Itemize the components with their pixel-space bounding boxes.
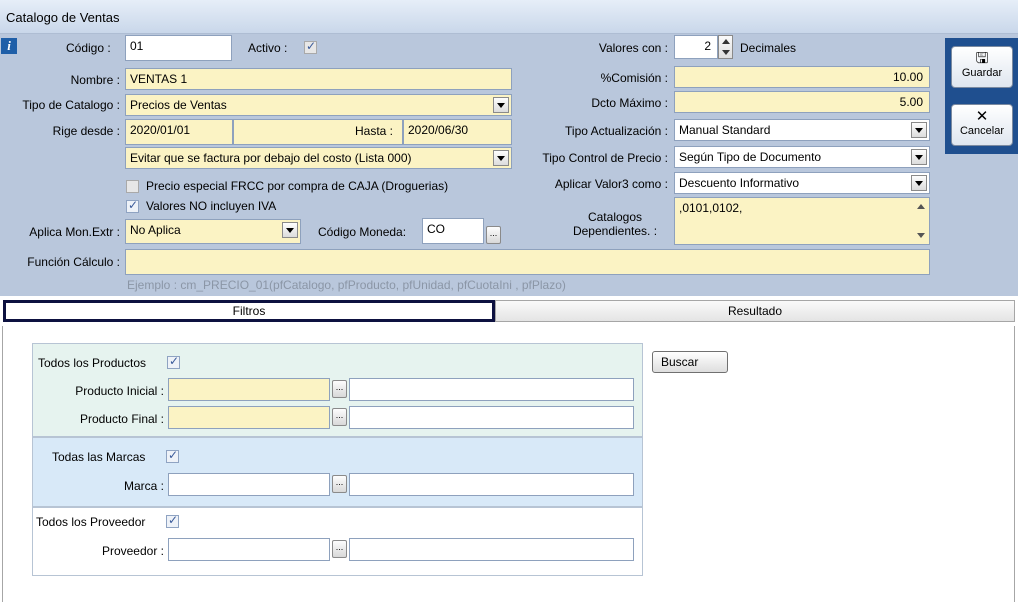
funcion-calculo-input[interactable] (125, 249, 930, 275)
valores-con-label: Valores con : (598, 41, 668, 55)
tipo-catalogo-select[interactable]: Precios de Ventas (125, 94, 512, 116)
tipo-actualizacion-select[interactable]: Manual Standard (674, 119, 930, 141)
aplica-mon-value: No Aplica (130, 223, 181, 237)
marcas-group (32, 437, 643, 507)
aplica-mon-select[interactable]: No Aplica (125, 219, 301, 244)
codigo-moneda-label: Código Moneda: (318, 225, 407, 239)
hasta-input[interactable]: 2020/06/30 (403, 119, 512, 145)
title-bar: Catalogo de Ventas (0, 0, 1018, 34)
todos-proveedor-checkbox[interactable] (166, 513, 179, 528)
chevron-down-icon[interactable] (493, 97, 509, 113)
chevron-down-icon[interactable] (911, 175, 927, 191)
aplicar-valor3-value: Descuento Informativo (679, 176, 800, 190)
producto-final-label: Producto Final : (79, 412, 164, 426)
window-title: Catalogo de Ventas (6, 10, 120, 25)
nombre-input[interactable]: VENTAS 1 (125, 68, 512, 90)
comision-label: %Comisión : (600, 71, 668, 85)
codigo-moneda-input[interactable]: CO (422, 218, 484, 244)
producto-final-lookup-button[interactable]: ... (332, 408, 347, 426)
close-icon: ✕ (975, 108, 989, 125)
tipo-control-select[interactable]: Según Tipo de Documento (674, 146, 930, 168)
tab-resultado[interactable]: Resultado (495, 300, 1015, 322)
valores-iva-label: Valores NO incluyen IVA (146, 199, 277, 213)
valores-con-spinner[interactable] (718, 35, 733, 59)
aplicar-valor3-label: Aplicar Valor3 como : (554, 177, 668, 191)
marca-desc (349, 473, 634, 496)
chevron-down-icon[interactable] (493, 150, 509, 166)
catalogos-dep-label-line2: Dependientes. : (572, 224, 658, 238)
precio-especial-checkbox[interactable] (126, 180, 139, 193)
producto-final-input[interactable] (168, 406, 330, 429)
comision-input[interactable]: 10.00 (674, 66, 930, 88)
marca-input[interactable] (168, 473, 330, 496)
info-icon[interactable]: i (1, 38, 17, 54)
producto-inicial-input[interactable] (168, 378, 330, 401)
chevron-down-icon[interactable] (282, 222, 298, 238)
proveedor-label: Proveedor : (101, 544, 164, 558)
marca-lookup-button[interactable]: ... (332, 475, 347, 493)
dcto-maximo-input[interactable]: 5.00 (674, 91, 930, 113)
tipo-actualizacion-label: Tipo Actualización : (565, 124, 668, 138)
proveedor-lookup-button[interactable]: ... (332, 540, 347, 558)
save-icon: 🖫 (975, 50, 989, 67)
todos-proveedor-label: Todos los Proveedor (36, 515, 146, 529)
producto-inicial-desc (349, 378, 634, 401)
rige-desde-label: Rige desde : (52, 124, 120, 138)
codigo-label: Código : (66, 41, 111, 55)
todas-marcas-checkbox[interactable] (166, 448, 179, 463)
todas-marcas-label: Todas las Marcas (52, 450, 146, 464)
producto-inicial-label: Producto Inicial : (75, 384, 164, 398)
catalogos-dep-label: Catalogos Dependientes. : (570, 210, 660, 238)
hasta-label: Hasta : (355, 124, 394, 138)
chevron-down-icon[interactable] (911, 149, 927, 165)
todos-productos-label: Todos los Productos (38, 356, 147, 370)
producto-inicial-lookup-button[interactable]: ... (332, 380, 347, 398)
precio-especial-label: Precio especial FRCC por compra de CAJA … (146, 179, 449, 193)
producto-final-desc (349, 406, 634, 429)
tipo-actualizacion-value: Manual Standard (679, 123, 771, 137)
tipo-catalogo-value: Precios de Ventas (130, 98, 227, 112)
chevron-down-icon[interactable] (911, 122, 927, 138)
decimales-label: Decimales (740, 41, 797, 55)
rige-desde-input[interactable]: 2020/01/01 (125, 119, 233, 145)
aplicar-valor3-select[interactable]: Descuento Informativo (674, 172, 930, 194)
funcion-calculo-hint: Ejemplo : cm_PRECIO_01(pfCatalogo, pfPro… (127, 278, 566, 292)
nombre-label: Nombre : (70, 73, 120, 87)
catalogos-dep-value: ,0101,0102, (679, 201, 743, 215)
tipo-control-value: Según Tipo de Documento (679, 150, 822, 164)
valores-iva-checkbox[interactable] (126, 198, 139, 213)
tab-filtros[interactable]: Filtros (3, 300, 495, 322)
activo-label: Activo : (248, 41, 288, 55)
codigo-moneda-lookup-button[interactable]: ... (486, 226, 501, 244)
aplica-mon-label: Aplica Mon.Extr : (29, 225, 120, 239)
scroll-up-icon[interactable] (917, 204, 925, 209)
valores-con-input[interactable]: 2 (674, 35, 718, 59)
proveedor-desc (349, 538, 634, 561)
activo-checkbox[interactable] (304, 39, 317, 54)
buscar-button[interactable]: Buscar (652, 351, 728, 373)
costo-option-select[interactable]: Evitar que se factura por debajo del cos… (125, 147, 512, 169)
catalogos-dep-textarea[interactable]: ,0101,0102, (674, 197, 930, 245)
cancelar-button[interactable]: ✕ Cancelar (951, 104, 1013, 146)
catalogos-dep-label-line1: Catalogos (587, 210, 643, 224)
guardar-button[interactable]: 🖫 Guardar (951, 46, 1013, 88)
scroll-down-icon[interactable] (917, 233, 925, 238)
funcion-calculo-label: Función Cálculo : (27, 255, 120, 269)
tipo-catalogo-label: Tipo de Catalogo : (22, 98, 120, 112)
proveedor-input[interactable] (168, 538, 330, 561)
todos-productos-checkbox[interactable] (167, 354, 180, 369)
costo-option-value: Evitar que se factura por debajo del cos… (130, 151, 412, 165)
codigo-input[interactable]: 01 (125, 35, 232, 61)
action-panel: 🖫 Guardar ✕ Cancelar (945, 38, 1018, 154)
cancelar-label: Cancelar (959, 125, 1005, 137)
dcto-maximo-label: Dcto Máximo : (591, 96, 668, 110)
guardar-label: Guardar (961, 67, 1003, 79)
marca-label: Marca : (123, 479, 164, 493)
tab-strip: Filtros Resultado (0, 296, 1018, 326)
tipo-control-label: Tipo Control de Precio : (542, 151, 668, 165)
